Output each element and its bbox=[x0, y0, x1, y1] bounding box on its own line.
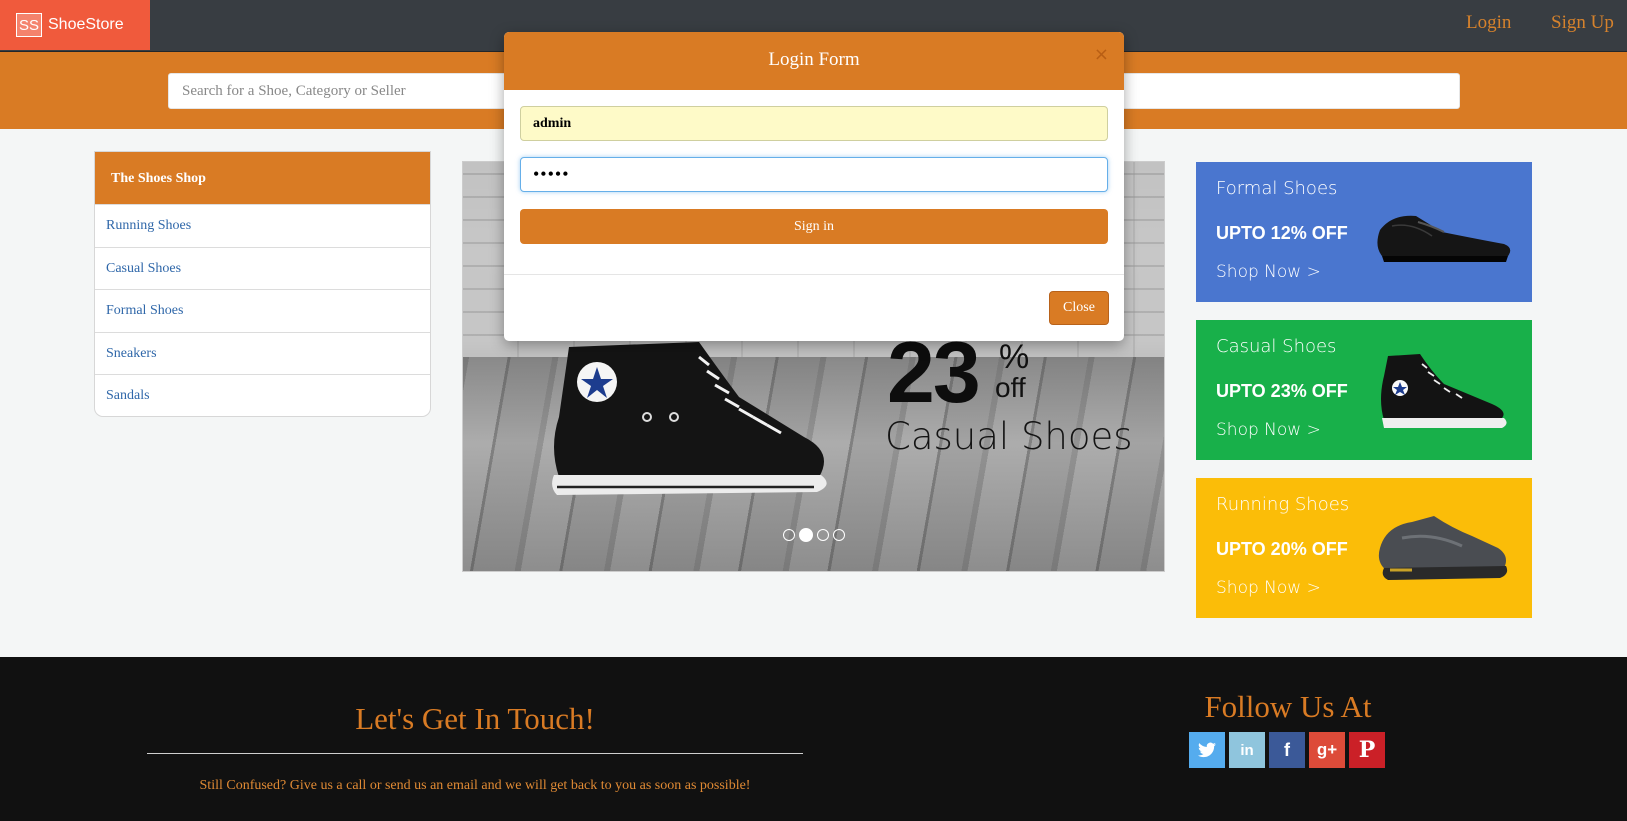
promo-casual-shoes[interactable]: Casual Shoes UPTO 23% OFF Shop Now > bbox=[1196, 320, 1532, 460]
contact-title: Let's Get In Touch! bbox=[355, 701, 595, 736]
close-icon[interactable]: × bbox=[1094, 44, 1109, 65]
password-field[interactable] bbox=[520, 157, 1108, 192]
sidebar-item-casual-shoes[interactable]: Casual Shoes bbox=[95, 246, 430, 290]
slider-dot-3[interactable] bbox=[817, 529, 829, 541]
formal-shoe-icon bbox=[1377, 215, 1511, 262]
twitter-icon[interactable] bbox=[1189, 732, 1225, 768]
slider-dot-2[interactable] bbox=[799, 528, 813, 542]
promo-deal: UPTO 23% OFF bbox=[1216, 381, 1348, 401]
close-button[interactable]: Close bbox=[1049, 291, 1109, 325]
shop-now-link[interactable]: Shop Now > bbox=[1216, 420, 1321, 440]
promo-off: off bbox=[995, 372, 1026, 403]
slider-dot-1[interactable] bbox=[783, 529, 795, 541]
promo-title: Running Shoes bbox=[1216, 494, 1350, 515]
brand-name: ShoeStore bbox=[48, 16, 124, 33]
promo-formal-shoes[interactable]: Formal Shoes UPTO 12% OFF Shop Now > bbox=[1196, 162, 1532, 302]
contact-divider bbox=[147, 753, 803, 754]
category-sidebar: The Shoes Shop Running Shoes Casual Shoe… bbox=[94, 151, 431, 417]
running-shoe-icon bbox=[1378, 516, 1508, 580]
promo-deal: UPTO 20% OFF bbox=[1216, 539, 1348, 559]
promo-deal: UPTO 12% OFF bbox=[1216, 223, 1348, 243]
sneaker-image bbox=[552, 342, 827, 495]
sidebar-item-running-shoes[interactable]: Running Shoes bbox=[95, 204, 430, 247]
slider-dot-4[interactable] bbox=[833, 529, 845, 541]
follow-title: Follow Us At bbox=[1204, 689, 1372, 724]
username-field[interactable] bbox=[520, 106, 1108, 141]
signup-link[interactable]: Sign Up bbox=[1551, 12, 1614, 34]
brand-logo: SS bbox=[16, 13, 42, 37]
contact-text: Still Confused? Give us a call or send u… bbox=[199, 778, 751, 793]
google-plus-icon[interactable]: g+ bbox=[1309, 732, 1345, 768]
shop-now-link[interactable]: Shop Now > bbox=[1216, 578, 1321, 598]
promo-category: Casual Shoes bbox=[885, 415, 1133, 458]
casual-shoe-icon bbox=[1381, 354, 1507, 428]
login-modal: Login Form × Sign in Close bbox=[504, 32, 1124, 341]
sidebar-item-formal-shoes[interactable]: Formal Shoes bbox=[95, 289, 430, 332]
pinterest-icon[interactable]: P bbox=[1349, 732, 1385, 768]
sign-in-button[interactable]: Sign in bbox=[520, 209, 1108, 244]
modal-divider bbox=[504, 274, 1124, 275]
linkedin-icon[interactable]: in bbox=[1229, 732, 1265, 768]
modal-header: Login Form × bbox=[504, 32, 1124, 90]
promo-title: Formal Shoes bbox=[1216, 178, 1338, 199]
login-link[interactable]: Login bbox=[1466, 12, 1511, 34]
promo-number: 23 bbox=[887, 325, 981, 421]
brand[interactable]: SS ShoeStore bbox=[0, 0, 150, 50]
slider-indicators bbox=[783, 528, 845, 542]
footer: Let's Get In Touch! Still Confused? Give… bbox=[0, 657, 1627, 821]
promo-percent: % bbox=[999, 338, 1030, 376]
modal-title: Login Form bbox=[768, 49, 860, 70]
sidebar-item-sneakers[interactable]: Sneakers bbox=[95, 331, 430, 375]
sidebar-title: The Shoes Shop bbox=[95, 152, 430, 204]
facebook-icon[interactable]: f bbox=[1269, 732, 1305, 768]
promo-running-shoes[interactable]: Running Shoes UPTO 20% OFF Shop Now > bbox=[1196, 478, 1532, 618]
shop-now-link[interactable]: Shop Now > bbox=[1216, 262, 1321, 282]
sidebar-item-sandals[interactable]: Sandals bbox=[95, 374, 430, 416]
promo-title: Casual Shoes bbox=[1216, 336, 1337, 357]
